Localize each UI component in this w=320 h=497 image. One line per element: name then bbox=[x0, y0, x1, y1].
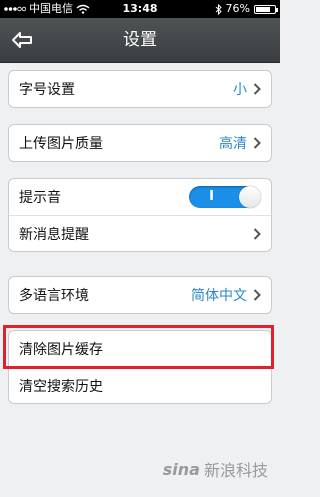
status-right: 76% bbox=[215, 0, 278, 18]
language-value: 简体中文 bbox=[191, 288, 247, 304]
chevron-right-icon bbox=[253, 137, 261, 149]
upload-quality-row[interactable]: 上传图片质量 高清 bbox=[9, 125, 271, 161]
watermark-text: 新浪科技 bbox=[203, 461, 268, 480]
sound-toggle[interactable]: I bbox=[189, 186, 261, 208]
font-size-row[interactable]: 字号设置 小 bbox=[9, 71, 271, 107]
bluetooth-icon bbox=[215, 3, 222, 15]
navigation-bar: 设置 bbox=[0, 18, 280, 63]
group-font-size: 字号设置 小 bbox=[8, 70, 272, 108]
clear-search-history-row[interactable]: 清空搜索历史 bbox=[9, 367, 271, 403]
language-row[interactable]: 多语言环境 简体中文 bbox=[9, 277, 271, 313]
page-title: 设置 bbox=[123, 30, 157, 50]
highlight-box bbox=[3, 325, 274, 369]
battery-percent: 76% bbox=[225, 2, 250, 15]
upload-quality-label: 上传图片质量 bbox=[19, 136, 103, 152]
battery-icon bbox=[254, 4, 278, 14]
group-notifications: 提示音 I 新消息提醒 bbox=[8, 178, 272, 252]
clear-search-history-label: 清空搜索历史 bbox=[19, 378, 103, 395]
font-size-label: 字号设置 bbox=[19, 82, 75, 98]
chevron-right-icon bbox=[253, 83, 261, 95]
toggle-on-label: I bbox=[209, 189, 214, 204]
chevron-right-icon bbox=[253, 227, 261, 240]
new-message-label: 新消息提醒 bbox=[19, 226, 89, 243]
chevron-right-icon bbox=[253, 289, 261, 301]
new-message-row[interactable]: 新消息提醒 bbox=[9, 215, 271, 251]
group-language: 多语言环境 简体中文 bbox=[8, 276, 272, 314]
language-label: 多语言环境 bbox=[19, 288, 89, 304]
upload-quality-value: 高清 bbox=[219, 136, 247, 152]
sound-label: 提示音 bbox=[19, 190, 61, 206]
watermark: sina 新浪科技 bbox=[163, 457, 268, 481]
font-size-value: 小 bbox=[233, 82, 247, 98]
sina-logo: sina bbox=[162, 459, 200, 479]
toggle-knob bbox=[239, 186, 261, 208]
group-upload-quality: 上传图片质量 高清 bbox=[8, 124, 272, 162]
status-bar: 中国电信 13:48 76% bbox=[0, 0, 280, 18]
battery-level bbox=[256, 6, 270, 12]
sound-row: 提示音 I bbox=[9, 179, 271, 215]
